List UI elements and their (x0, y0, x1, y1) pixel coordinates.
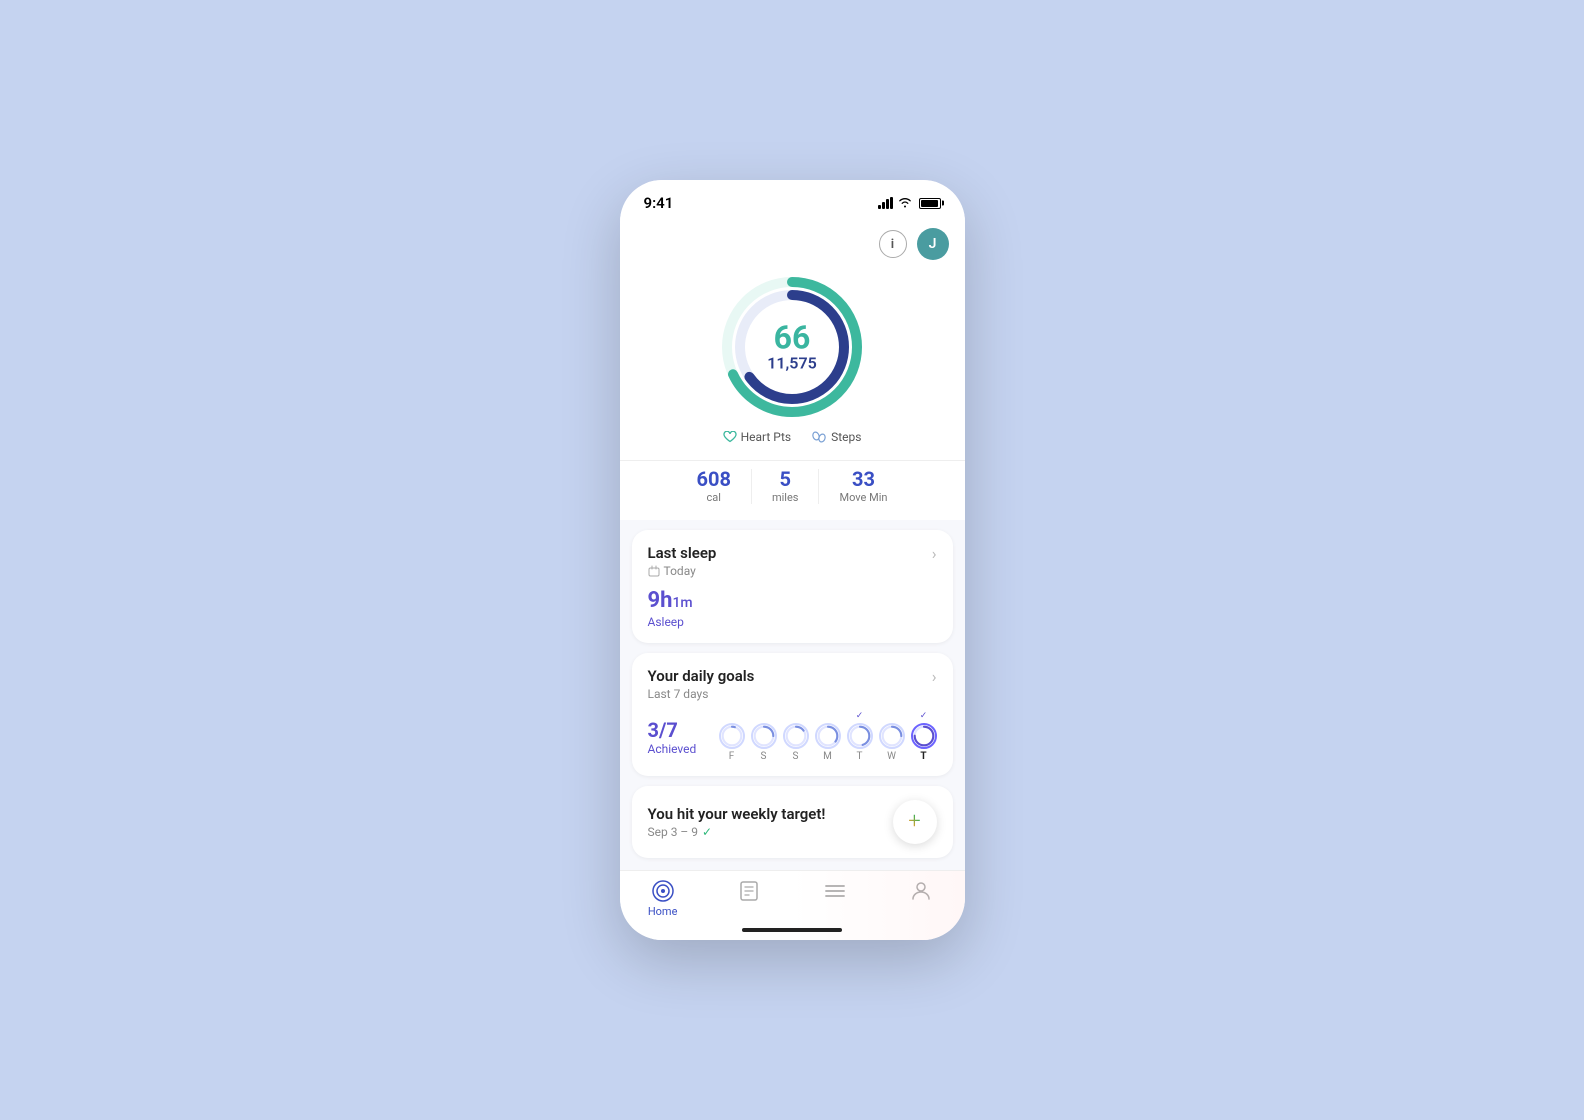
day-check: ✓ (920, 711, 928, 721)
sleep-subtitle-icon (648, 565, 660, 577)
day-label: T (920, 751, 926, 762)
sleep-value: 9h1m Asleep (648, 588, 937, 629)
move-min-label: Move Min (839, 491, 887, 504)
stat-move-min: 33 Move Min (819, 469, 907, 504)
app-header: i J (620, 220, 965, 264)
sleep-card-header: Last sleep Today › (648, 544, 937, 578)
main-content: i J 66 11,575 (620, 220, 965, 870)
steps-legend: Steps (811, 430, 861, 444)
cal-label: cal (697, 491, 731, 504)
profile-icon (909, 879, 933, 903)
day-col-m: M (815, 711, 841, 762)
journal-icon (737, 879, 761, 903)
goals-title-group: Your daily goals Last 7 days (648, 667, 755, 701)
heart-pts-value: 66 (767, 321, 816, 353)
check-icon: ✓ (702, 825, 712, 839)
stat-cal: 608 cal (677, 469, 752, 504)
day-circle (911, 723, 937, 749)
day-circle (847, 723, 873, 749)
goals-card-header: Your daily goals Last 7 days › (648, 667, 937, 701)
goals-card-title: Your daily goals (648, 667, 755, 685)
day-circle (751, 723, 777, 749)
day-col-s: S (783, 711, 809, 762)
day-col-t: ✓T (911, 711, 937, 762)
nav-journal[interactable] (719, 879, 779, 905)
status-bar: 9:41 (620, 180, 965, 220)
bottom-nav: Home (620, 870, 965, 940)
day-label: F (729, 751, 735, 762)
activity-ring[interactable]: 66 11,575 (717, 272, 867, 422)
day-col-t: ✓T (847, 711, 873, 762)
cal-value: 608 (697, 469, 731, 489)
phone-frame: 9:41 i (620, 180, 965, 940)
heart-pts-label: Heart Pts (741, 430, 791, 444)
ring-section: 66 11,575 Heart Pts Steps (620, 264, 965, 460)
ring-legend: Heart Pts Steps (723, 430, 862, 444)
sleep-time-display: 9h1m (648, 588, 693, 613)
goals-fraction: 3/7 (648, 718, 697, 742)
day-circle (783, 723, 809, 749)
day-col-f: F (719, 711, 745, 762)
sleep-card-subtitle: Today (648, 564, 717, 578)
home-indicator (742, 928, 842, 932)
weekly-target-subtitle: Sep 3 – 9 ✓ (648, 825, 826, 839)
move-min-value: 33 (839, 469, 887, 489)
miles-value: 5 (772, 469, 799, 489)
day-col-w: W (879, 711, 905, 762)
day-label: S (761, 751, 767, 762)
fab-button[interactable]: + (893, 800, 937, 844)
weekly-target-text: You hit your weekly target! Sep 3 – 9 ✓ (648, 805, 826, 839)
goals-achieved: 3/7 Achieved (648, 718, 697, 756)
sleep-card[interactable]: Last sleep Today › 9h1m Asle (632, 530, 953, 643)
sleep-card-title: Last sleep (648, 544, 717, 562)
day-label: W (887, 751, 896, 762)
fab-plus-icon: + (908, 811, 920, 833)
avatar[interactable]: J (917, 228, 949, 260)
day-label: T (857, 751, 863, 762)
nav-home-label: Home (648, 905, 678, 918)
goals-fraction-label: Achieved (648, 742, 697, 756)
weekly-target-title: You hit your weekly target! (648, 805, 826, 823)
nav-profile[interactable] (891, 879, 951, 905)
goals-card-chevron: › (932, 667, 937, 686)
day-check: ✓ (856, 711, 864, 721)
nav-home[interactable]: Home (633, 879, 693, 918)
bottom-nav-wrapper: Home (620, 870, 965, 940)
day-circle (879, 723, 905, 749)
info-button[interactable]: i (879, 230, 907, 258)
battery-icon (919, 198, 941, 209)
status-icons (878, 196, 941, 211)
status-time: 9:41 (644, 194, 674, 212)
sleep-card-title-group: Last sleep Today (648, 544, 717, 578)
sleep-status-label: Asleep (648, 615, 937, 629)
goals-card-subtitle: Last 7 days (648, 687, 755, 701)
goals-content: 3/7 Achieved FSSM✓TW✓T (648, 711, 937, 762)
stat-miles: 5 miles (752, 469, 820, 504)
nav-list[interactable] (805, 879, 865, 905)
steps-value: 11,575 (767, 353, 816, 372)
day-label: S (793, 751, 799, 762)
home-icon (651, 879, 675, 903)
stats-row: 608 cal 5 miles 33 Move Min (620, 460, 965, 520)
steps-label: Steps (831, 430, 861, 444)
miles-label: miles (772, 491, 799, 504)
day-circle (719, 723, 745, 749)
day-circle (815, 723, 841, 749)
heart-pts-legend: Heart Pts (723, 430, 791, 444)
day-label: M (823, 751, 832, 762)
day-circles: FSSM✓TW✓T (719, 711, 937, 762)
ring-text: 66 11,575 (767, 321, 816, 372)
list-icon (823, 879, 847, 903)
goals-card[interactable]: Your daily goals Last 7 days › 3/7 Achie… (632, 653, 953, 776)
day-col-s: S (751, 711, 777, 762)
weekly-target-card[interactable]: You hit your weekly target! Sep 3 – 9 ✓ … (632, 786, 953, 858)
signal-icon (878, 197, 893, 209)
sleep-card-chevron: › (932, 544, 937, 563)
wifi-icon (898, 196, 912, 211)
